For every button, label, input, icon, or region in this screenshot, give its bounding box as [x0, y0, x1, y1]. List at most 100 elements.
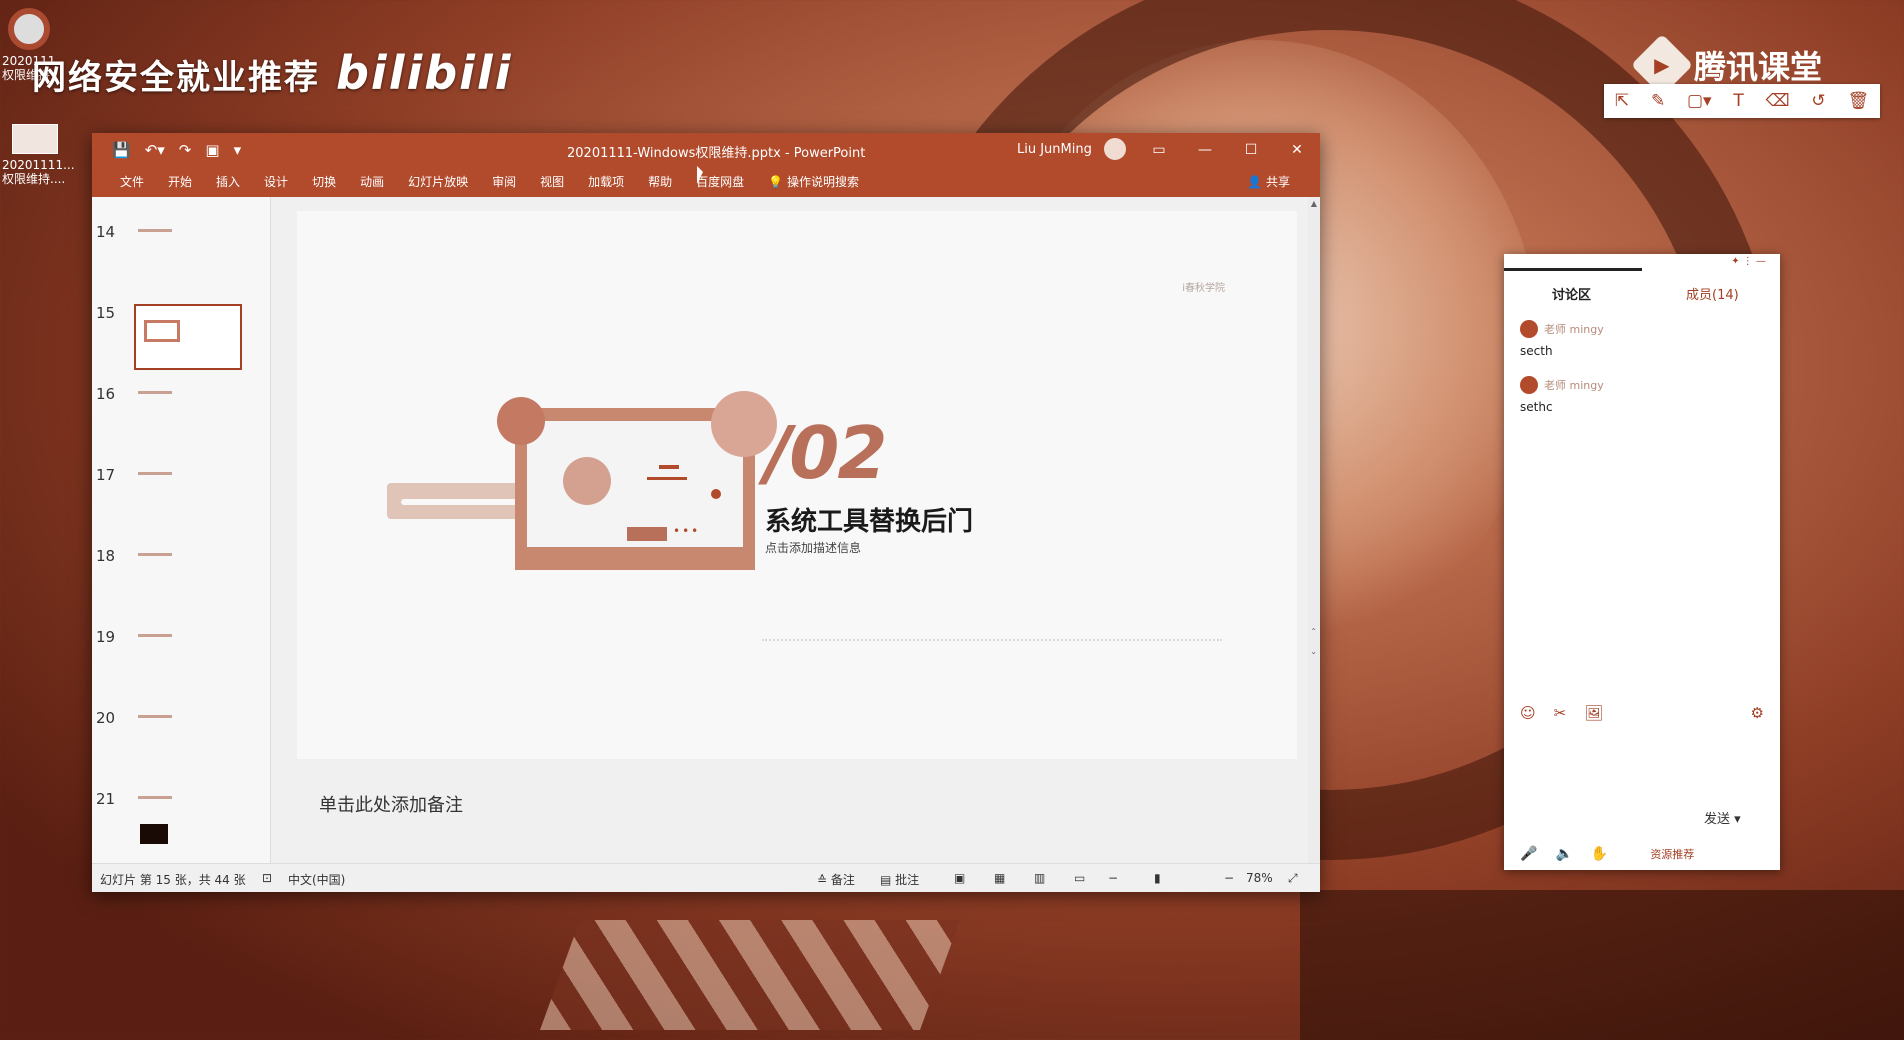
- language-indicator[interactable]: 中文(中国): [288, 871, 345, 888]
- resource-recommend-link[interactable]: 资源推荐: [1650, 846, 1694, 862]
- tab-insert[interactable]: 插入: [204, 167, 252, 197]
- notes-button[interactable]: ≙ 备注: [817, 871, 855, 888]
- discussion-panel: ✦ ⋮ — 讨论区 成员(14) 老师 mingy secth 老师 mingy…: [1504, 254, 1780, 870]
- share-button[interactable]: 👤 共享: [1235, 167, 1302, 197]
- image-icon[interactable]: 🖼: [1584, 704, 1603, 722]
- slide-editor: i春秋学院 ••• /02 系统工具替换后门 点击添加描述信息 单击此处添加备注: [271, 197, 1320, 863]
- window-controls: ▭ — ☐ ✕: [1136, 133, 1320, 167]
- scroll-up-icon[interactable]: ▲: [1311, 199, 1317, 208]
- quick-access-toolbar: 💾 ↶▾ ↷ ▣ ▾: [112, 141, 241, 159]
- notes-placeholder[interactable]: 单击此处添加备注: [319, 791, 463, 817]
- slide-thumbnail-pane: 14 15 16 17 18 19 20 21: [92, 197, 271, 863]
- slide-thumbnail-selected[interactable]: 15: [92, 300, 270, 380]
- reading-view-icon[interactable]: ▥: [1034, 871, 1045, 885]
- desktop-icon-label: 20201111...: [2, 158, 75, 172]
- zoom-slider[interactable]: ▮: [1154, 871, 1161, 885]
- fit-slide-icon[interactable]: ⤢: [1288, 871, 1298, 886]
- slide-sorter-icon[interactable]: ▦: [994, 871, 1005, 885]
- ribbon-display-icon[interactable]: ▭: [1136, 133, 1182, 167]
- redo-icon[interactable]: ↷: [179, 141, 192, 159]
- desktop-icon-pptx[interactable]: 20201111... 权限维持....: [2, 124, 80, 186]
- chrome-icon: [8, 8, 50, 50]
- avatar[interactable]: [1104, 138, 1126, 160]
- maximize-button[interactable]: ☐: [1228, 133, 1274, 167]
- slide-number: 20: [96, 709, 116, 727]
- undo-tool-icon[interactable]: ↺: [1811, 91, 1825, 111]
- title-bar: 💾 ↶▾ ↷ ▣ ▾ 20201111-Windows权限维持.pptx - P…: [92, 133, 1320, 167]
- message-text: secth: [1520, 344, 1553, 358]
- minimize-button[interactable]: —: [1182, 133, 1228, 167]
- select-tool-icon[interactable]: ⇱: [1615, 91, 1629, 111]
- chat-message: 老师 mingy sethc: [1520, 376, 1604, 414]
- trash-tool-icon[interactable]: 🗑: [1847, 91, 1869, 111]
- slide-number: 18: [96, 547, 116, 565]
- pin-icon[interactable]: ✦ ⋮ —: [1731, 256, 1766, 267]
- emoji-icon[interactable]: ☺: [1520, 704, 1536, 722]
- tab-home[interactable]: 开始: [156, 167, 204, 197]
- desktop-icon-label: 权限维持....: [2, 172, 66, 186]
- slide-thumbnail[interactable]: 18: [92, 543, 270, 623]
- speaker-icon[interactable]: 🔈: [1555, 846, 1572, 862]
- tab-baidu-netdisk[interactable]: 百度网盘: [684, 167, 756, 197]
- eraser-tool-icon[interactable]: ⌫: [1766, 91, 1790, 111]
- mouse-cursor-icon: [697, 166, 703, 184]
- slide-thumbnail[interactable]: 21: [92, 786, 270, 863]
- slide-counter: 幻灯片 第 15 张，共 44 张: [100, 873, 246, 887]
- illustration-dash: [647, 477, 687, 480]
- slide-thumbnail[interactable]: 17: [92, 462, 270, 542]
- close-button[interactable]: ✕: [1274, 133, 1320, 167]
- slide-thumbnail[interactable]: 14: [92, 219, 270, 299]
- section-number[interactable]: /02: [765, 411, 887, 495]
- tab-design[interactable]: 设计: [252, 167, 300, 197]
- slide-mini: [134, 547, 238, 609]
- tell-me-search[interactable]: 💡 操作说明搜索: [756, 167, 871, 197]
- tab-animations[interactable]: 动画: [348, 167, 396, 197]
- illustration-stars: •••: [673, 524, 701, 538]
- zoom-in-icon[interactable]: −: [1224, 871, 1234, 885]
- shape-tool-icon[interactable]: ▢▾: [1687, 91, 1712, 111]
- undo-icon[interactable]: ↶▾: [145, 141, 165, 159]
- illustration-circle: [563, 457, 611, 505]
- tab-file[interactable]: 文件: [108, 167, 156, 197]
- text-tool-icon[interactable]: T: [1733, 91, 1743, 111]
- next-slide-icon[interactable]: ⌄: [1310, 647, 1317, 656]
- tab-members[interactable]: 成员(14): [1686, 284, 1739, 303]
- tab-help[interactable]: 帮助: [636, 167, 684, 197]
- avatar: [1520, 320, 1538, 338]
- prev-slide-icon[interactable]: ⌃: [1310, 627, 1317, 636]
- slide-subtitle[interactable]: 点击添加描述信息: [765, 539, 861, 556]
- zoom-out-icon[interactable]: −: [1108, 871, 1118, 885]
- screenshot-icon[interactable]: ✂: [1554, 704, 1567, 722]
- slide-thumbnail[interactable]: 19: [92, 624, 270, 704]
- chat-message: 老师 mingy secth: [1520, 320, 1604, 358]
- tab-transitions[interactable]: 切换: [300, 167, 348, 197]
- slide-title[interactable]: 系统工具替换后门: [765, 501, 973, 538]
- pen-tool-icon[interactable]: ✎: [1651, 91, 1665, 111]
- tab-view[interactable]: 视图: [528, 167, 576, 197]
- slide-thumbnail[interactable]: 20: [92, 705, 270, 785]
- illustration-dot: [711, 489, 721, 499]
- slideshow-view-icon[interactable]: ▭: [1074, 871, 1085, 885]
- vertical-scrollbar[interactable]: ▲ ⌃ ⌄: [1308, 197, 1320, 863]
- tab-review[interactable]: 审阅: [480, 167, 528, 197]
- slide-number: 15: [96, 304, 116, 322]
- spellcheck-icon[interactable]: ⊡: [262, 871, 272, 885]
- normal-view-icon[interactable]: ▣: [954, 871, 965, 885]
- user-name[interactable]: Liu JunMing: [1017, 142, 1092, 157]
- comments-button[interactable]: ▤ 批注: [880, 871, 919, 888]
- microphone-icon[interactable]: 🎤: [1520, 846, 1537, 862]
- customize-qat-icon[interactable]: ▾: [234, 141, 242, 159]
- present-icon[interactable]: ▣: [205, 141, 219, 159]
- tab-slideshow[interactable]: 幻灯片放映: [396, 167, 480, 197]
- tab-addins[interactable]: 加载项: [576, 167, 636, 197]
- raise-hand-icon[interactable]: ✋: [1591, 846, 1608, 862]
- tab-discussion[interactable]: 讨论区: [1552, 284, 1591, 303]
- settings-icon[interactable]: ⚙: [1751, 704, 1764, 722]
- zoom-level[interactable]: 78%: [1246, 871, 1273, 885]
- slide-mini: [134, 790, 238, 852]
- slide-thumbnail[interactable]: 16: [92, 381, 270, 461]
- send-button[interactable]: 发送 ▾: [1704, 808, 1741, 827]
- work-area: 14 15 16 17 18 19 20 21 i春秋学院 ••• /02 系统…: [92, 197, 1320, 863]
- save-icon[interactable]: 💾: [112, 141, 131, 159]
- slide-canvas[interactable]: i春秋学院 ••• /02 系统工具替换后门 点击添加描述信息: [297, 211, 1297, 759]
